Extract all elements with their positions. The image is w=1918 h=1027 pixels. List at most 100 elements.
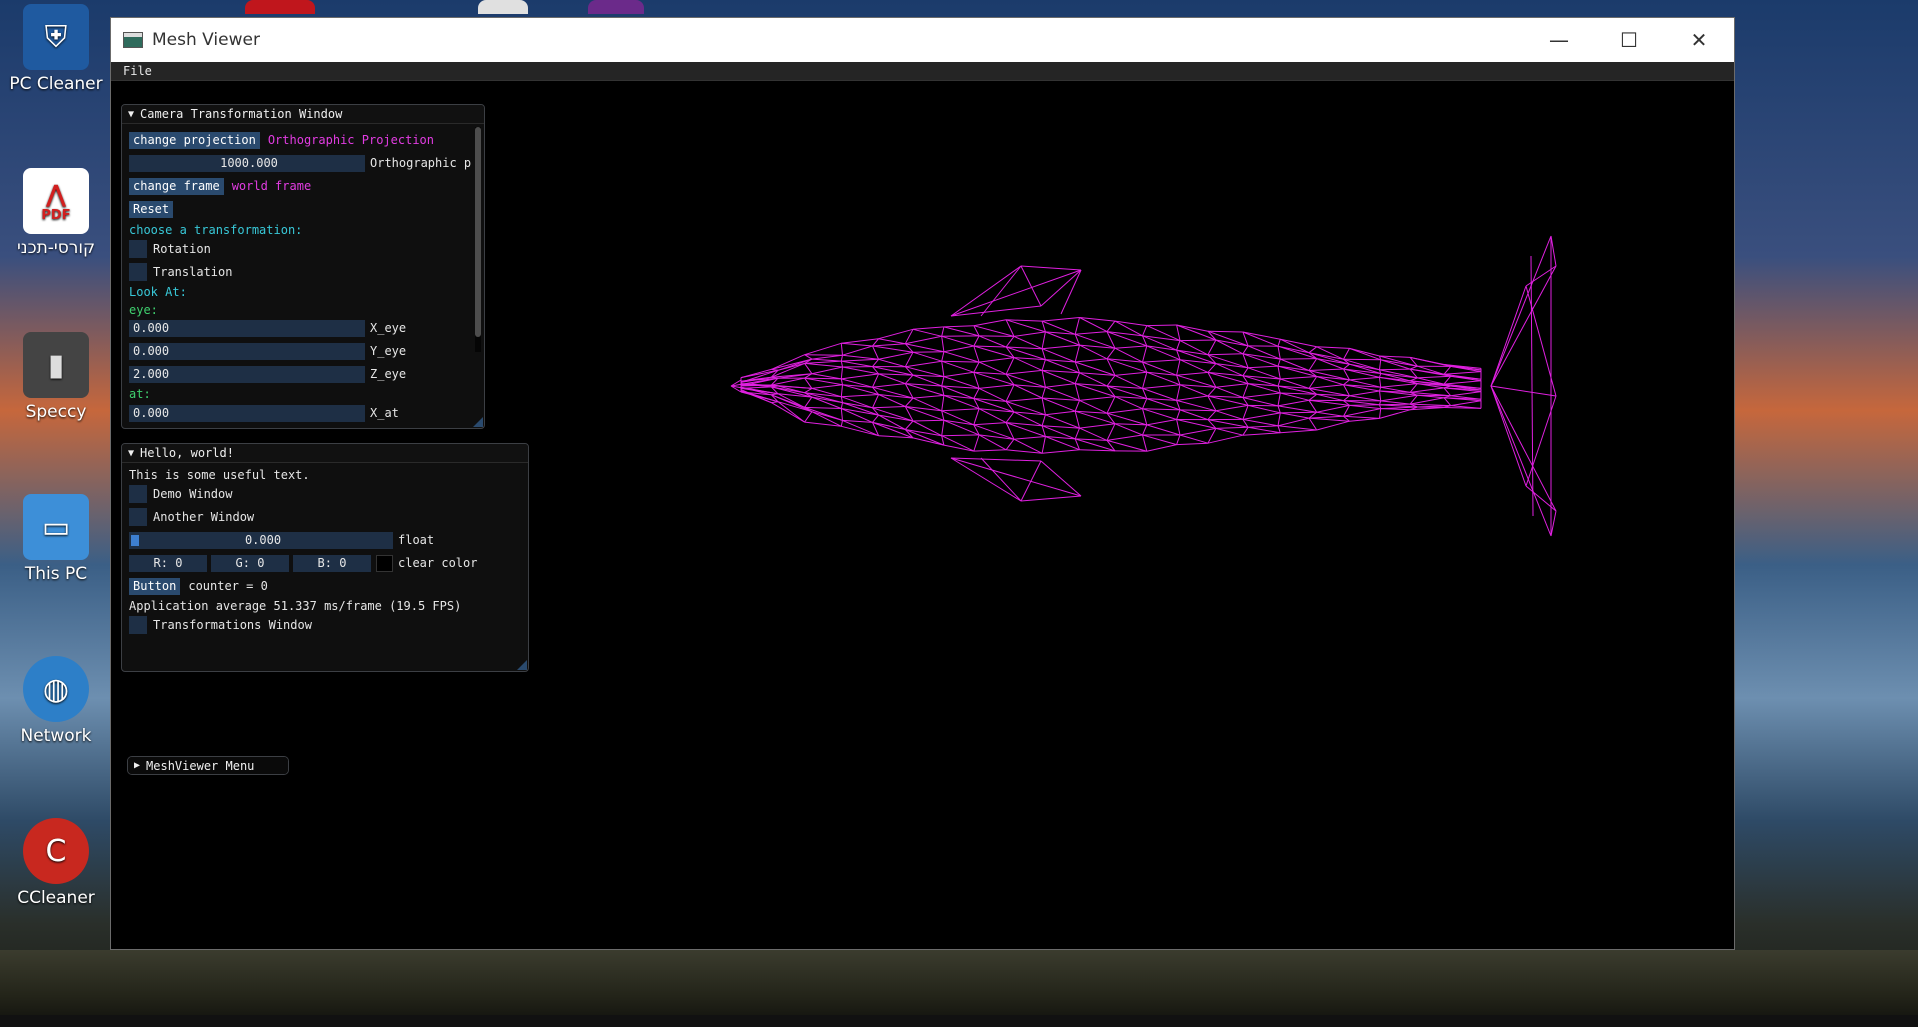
mesh-edge	[943, 444, 974, 452]
mesh-edge	[1005, 411, 1015, 423]
mesh-edge	[941, 435, 975, 452]
mesh-edge	[840, 355, 843, 362]
app-icon	[123, 32, 143, 48]
rotation-checkbox[interactable]	[129, 240, 147, 258]
desktop-peek-red	[245, 0, 315, 14]
mesh-edge	[1074, 411, 1080, 429]
desktop-icon-label: Network	[20, 726, 92, 746]
mesh-edge	[1041, 359, 1046, 371]
color-r-input[interactable]: R: 0	[129, 554, 207, 572]
ortho-size-value: 1000.000	[220, 155, 278, 170]
mesh-edge	[1379, 368, 1411, 371]
window-titlebar[interactable]: Mesh Viewer — ☐ ✕	[111, 18, 1734, 62]
mesh-edge	[941, 376, 945, 387]
desktop-icon-network[interactable]: ◍ Network	[4, 656, 108, 746]
desktop-bottom-strip	[0, 1015, 1918, 1027]
mesh-edge	[1248, 425, 1279, 428]
mesh-edge	[1106, 347, 1116, 360]
meshviewer-menu-header[interactable]: ▶ MeshViewer Menu	[128, 757, 288, 774]
translation-checkbox[interactable]	[129, 263, 147, 281]
ortho-size-slider[interactable]: 1000.000	[129, 154, 365, 172]
mesh-edge	[1215, 427, 1244, 436]
another-window-checkbox[interactable]	[129, 508, 147, 526]
mesh-edge	[1277, 345, 1317, 360]
scrollbar-thumb[interactable]	[475, 127, 481, 337]
mesh-edge	[872, 414, 879, 423]
mesh-edge	[840, 366, 843, 379]
mesh-edge	[771, 377, 805, 386]
mesh-edge	[1074, 344, 1080, 363]
change-projection-button[interactable]: change projection	[129, 131, 260, 149]
desktop-icon-ccleaner[interactable]: C CCleaner	[4, 818, 108, 908]
transformations-window-checkbox[interactable]	[129, 616, 147, 634]
mesh-edge	[804, 354, 843, 356]
desktop-icon-this-pc[interactable]: ▭ This PC	[4, 494, 108, 584]
mesh-edge	[1179, 339, 1216, 342]
camera-panel-scrollbar[interactable]	[475, 127, 481, 352]
hello-panel-header[interactable]: ▼ Hello, world!	[122, 444, 528, 463]
y-eye-input[interactable]: 0.000	[129, 342, 365, 360]
mesh-edge	[943, 345, 974, 353]
mesh-edge	[1176, 324, 1208, 332]
mesh-edge	[1308, 368, 1344, 371]
desktop-icon-label: Speccy	[25, 402, 87, 422]
resize-grip-icon[interactable]	[517, 660, 527, 670]
mesh-edge	[1277, 412, 1281, 426]
float-slider[interactable]: 0.000	[129, 531, 393, 549]
monitor-icon: ▭	[23, 494, 89, 560]
desktop-icon-pdf[interactable]: ⋀ PDF קורסי-תכני	[4, 168, 108, 258]
mesh-edge	[878, 338, 906, 345]
x-at-input[interactable]: 0.000	[129, 404, 365, 422]
collapse-triangle-icon[interactable]: ▼	[128, 448, 134, 459]
z-eye-input[interactable]: 2.000	[129, 365, 365, 383]
menu-file[interactable]: File	[123, 64, 152, 78]
mesh-edge	[973, 345, 980, 363]
mesh-edge	[1380, 408, 1411, 411]
expand-triangle-icon[interactable]: ▶	[134, 760, 140, 771]
mesh-edge	[1280, 429, 1317, 434]
mesh-edge	[1106, 439, 1147, 452]
counter-button[interactable]: Button	[129, 577, 181, 595]
mesh-edge	[1308, 400, 1318, 413]
hello-panel-title: Hello, world!	[140, 446, 234, 460]
mesh-edge	[912, 326, 944, 330]
close-button[interactable]: ✕	[1664, 18, 1734, 62]
mesh-edge	[1379, 373, 1382, 378]
mesh-edge	[973, 361, 980, 373]
mesh-edge	[943, 351, 980, 363]
color-b-input[interactable]: B: 0	[293, 554, 371, 572]
reset-button[interactable]: Reset	[129, 200, 174, 218]
pdf-icon: ⋀ PDF	[23, 168, 89, 234]
mesh-edge	[1343, 415, 1380, 419]
demo-window-checkbox[interactable]	[129, 485, 147, 503]
color-g-input[interactable]: G: 0	[211, 554, 289, 572]
mesh-edge	[1106, 396, 1116, 414]
camera-panel-header[interactable]: ▼ Camera Transformation Window	[122, 105, 484, 124]
mesh-edge	[1490, 385, 1527, 487]
mesh-edge	[950, 457, 1022, 502]
mesh-edge	[1013, 436, 1046, 440]
desktop-icon-speccy[interactable]: ▮ Speccy	[4, 332, 108, 422]
mesh-edge	[1349, 404, 1381, 410]
change-frame-button[interactable]: change frame	[129, 177, 224, 195]
mesh-edge	[1490, 285, 1527, 387]
float-slider-grab[interactable]	[131, 534, 139, 546]
color-swatch[interactable]	[376, 554, 393, 572]
minimize-button[interactable]: —	[1524, 18, 1594, 62]
mesh-edge	[1146, 419, 1177, 426]
mesh-edge	[872, 394, 880, 409]
resize-grip-icon[interactable]	[473, 417, 483, 427]
mesh-edge	[973, 325, 1015, 337]
mesh-edge	[1207, 353, 1243, 356]
mesh-edge	[1142, 408, 1181, 411]
mesh-edge	[1308, 358, 1318, 371]
mesh-edge	[950, 265, 1022, 317]
mesh-edge	[941, 336, 945, 352]
desktop-icon-pc-cleaner[interactable]: ⛨ PC Cleaner	[4, 4, 108, 94]
maximize-button[interactable]: ☐	[1594, 18, 1664, 62]
mesh-edge	[1308, 411, 1318, 419]
mesh-edge	[979, 335, 1015, 337]
x-eye-input[interactable]: 0.000	[129, 319, 365, 337]
meshviewer-menu-panel[interactable]: ▶ MeshViewer Menu	[127, 756, 289, 775]
collapse-triangle-icon[interactable]: ▼	[128, 109, 134, 120]
